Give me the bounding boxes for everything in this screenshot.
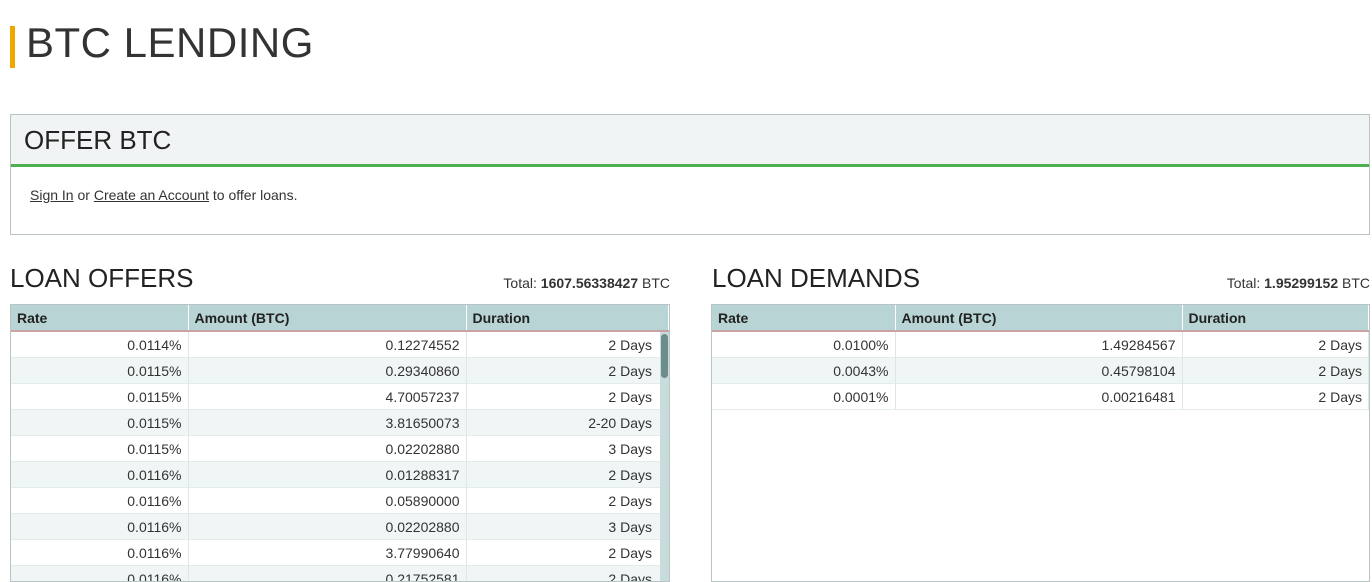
rate-cell: 0.0001%	[712, 383, 896, 410]
column-header-amount[interactable]: Amount (BTC)	[895, 305, 1183, 332]
page-title: BTC LENDING	[26, 19, 314, 66]
table-row[interactable]: 0.0100% 1.49284567 2 Days	[712, 331, 1369, 358]
loan-offers-title: LOAN OFFERS	[10, 263, 194, 293]
loan-demands-total-label: Total:	[1226, 275, 1265, 291]
loan-offers-total-unit: BTC	[638, 275, 670, 291]
rate-cell: 0.0116%	[11, 539, 189, 566]
offer-panel-body: Sign In or Create an Account to offer lo…	[11, 167, 1369, 203]
loan-offers-total: Total: 1607.56338427 BTC	[503, 275, 670, 291]
offer-suffix-text: to offer loans.	[209, 187, 298, 203]
rate-cell: 0.0043%	[712, 357, 896, 384]
duration-cell: 2 Days	[466, 461, 669, 488]
duration-cell: 2 Days	[466, 565, 669, 581]
column-header-duration[interactable]: Duration	[1182, 305, 1369, 332]
table-row[interactable]: 0.0043% 0.45798104 2 Days	[712, 357, 1369, 384]
duration-cell: 2 Days	[1182, 383, 1369, 410]
rate-cell: 0.0116%	[11, 513, 189, 540]
duration-cell: 2 Days	[466, 539, 669, 566]
loan-offers-table: Rate Amount (BTC) Duration 0.0114% 0.1227…	[11, 305, 669, 581]
loan-demands-total-value: 1.95299152	[1264, 275, 1339, 291]
amount-cell: 0.45798104	[895, 357, 1183, 384]
table-row[interactable]: 0.0116% 0.05890000 2 Days	[11, 487, 669, 514]
column-header-rate[interactable]: Rate	[11, 305, 189, 332]
loan-demands-total: Total: 1.95299152 BTC	[1227, 275, 1370, 291]
loan-demands-table: Rate Amount (BTC) Duration 0.0100% 1.4928…	[712, 305, 1369, 410]
create-account-link[interactable]: Create an Account	[94, 187, 209, 203]
duration-cell: 2 Days	[466, 383, 669, 410]
table-row[interactable]: 0.0116% 0.02202880 3 Days	[11, 513, 669, 540]
loan-offers-header-row: Rate Amount (BTC) Duration	[11, 305, 669, 332]
table-row[interactable]: 0.0116% 0.01288317 2 Days	[11, 461, 669, 488]
rate-cell: 0.0115%	[11, 357, 189, 384]
amount-cell: 0.12274552	[188, 331, 467, 358]
loan-offers-scrollbar[interactable]	[660, 332, 669, 581]
column-header-rate[interactable]: Rate	[712, 305, 896, 332]
amount-cell: 3.77990640	[188, 539, 467, 566]
table-row[interactable]: 0.0115% 0.29340860 2 Days	[11, 357, 669, 384]
loan-offers-table-container[interactable]: Rate Amount (BTC) Duration 0.0114% 0.1227…	[10, 304, 670, 582]
title-accent-bar	[10, 26, 15, 68]
loan-demands-table-container[interactable]: Rate Amount (BTC) Duration 0.0100% 1.4928…	[711, 304, 1370, 582]
amount-cell: 3.81650073	[188, 409, 467, 436]
rate-cell: 0.0116%	[11, 565, 189, 581]
amount-cell: 4.70057237	[188, 383, 467, 410]
or-text: or	[73, 187, 94, 203]
table-row[interactable]: 0.0114% 0.12274552 2 Days	[11, 331, 669, 358]
sign-in-link[interactable]: Sign In	[30, 187, 74, 203]
loan-offers-total-label: Total:	[503, 275, 541, 291]
rate-cell: 0.0100%	[712, 331, 896, 358]
loan-demands-rows: 0.0100% 1.49284567 2 Days 0.0043% 0.45798104…	[712, 331, 1369, 410]
loan-offers-rows: 0.0114% 0.12274552 2 Days 0.0115% 0.29340860…	[11, 331, 669, 581]
offer-panel-header: OFFER BTC	[11, 115, 1369, 167]
rate-cell: 0.0115%	[11, 409, 189, 436]
offer-panel: OFFER BTC Sign In or Create an Account t…	[10, 114, 1370, 235]
loan-offers-total-value: 1607.56338427	[540, 275, 639, 291]
table-row[interactable]: 0.0115% 0.02202880 3 Days	[11, 435, 669, 462]
rate-cell: 0.0115%	[11, 383, 189, 410]
duration-cell: 2 Days	[466, 357, 669, 384]
duration-cell: 2 Days	[466, 487, 669, 514]
amount-cell: 0.02202880	[188, 513, 467, 540]
duration-cell: 3 Days	[466, 513, 669, 540]
duration-cell: 2 Days	[1182, 331, 1369, 358]
amount-cell: 0.05890000	[188, 487, 467, 514]
table-row[interactable]: 0.0116% 0.21752581 2 Days	[11, 565, 669, 581]
duration-cell: 2 Days	[466, 331, 669, 358]
duration-cell: 2 Days	[1182, 357, 1369, 384]
table-row[interactable]: 0.0116% 3.77990640 2 Days	[11, 539, 669, 566]
loan-demands-title: LOAN DEMANDS	[712, 263, 921, 293]
offer-panel-title: OFFER BTC	[24, 125, 172, 155]
loan-demands-header-row: Rate Amount (BTC) Duration	[712, 305, 1369, 332]
rate-cell: 0.0116%	[11, 487, 189, 514]
rate-cell: 0.0116%	[11, 461, 189, 488]
rate-cell: 0.0115%	[11, 435, 189, 462]
amount-cell: 0.29340860	[188, 357, 467, 384]
rate-cell: 0.0114%	[11, 331, 189, 358]
loan-offers-scroll-thumb[interactable]	[661, 334, 668, 378]
duration-cell: 2-20 Days	[466, 409, 669, 436]
amount-cell: 0.21752581	[188, 565, 467, 581]
amount-cell: 0.01288317	[188, 461, 467, 488]
column-header-duration[interactable]: Duration	[466, 305, 669, 332]
column-header-amount[interactable]: Amount (BTC)	[188, 305, 467, 332]
loan-demands-total-unit: BTC	[1338, 275, 1370, 291]
amount-cell: 0.00216481	[895, 383, 1183, 410]
duration-cell: 3 Days	[466, 435, 669, 462]
table-row[interactable]: 0.0001% 0.00216481 2 Days	[712, 383, 1369, 410]
table-row[interactable]: 0.0115% 3.81650073 2-20 Days	[11, 409, 669, 436]
table-row[interactable]: 0.0115% 4.70057237 2 Days	[11, 383, 669, 410]
amount-cell: 0.02202880	[188, 435, 467, 462]
amount-cell: 1.49284567	[895, 331, 1183, 358]
